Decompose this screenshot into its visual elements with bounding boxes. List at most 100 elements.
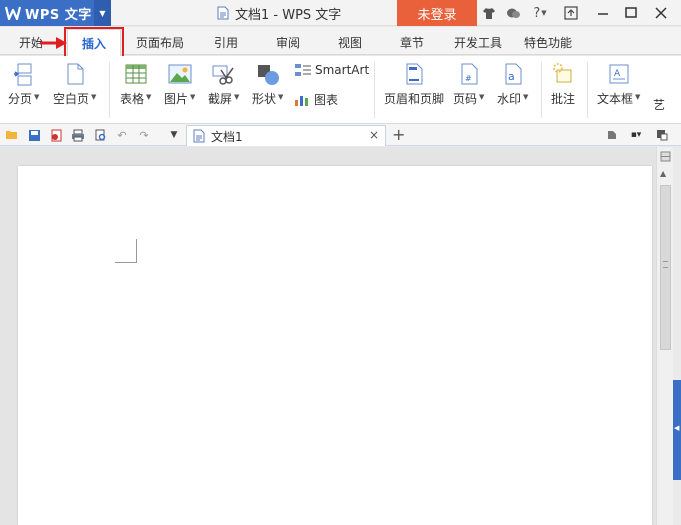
- tab-page-layout[interactable]: 页面布局: [136, 32, 184, 52]
- chevron-down-icon: ▼: [479, 92, 485, 101]
- document-icon: [193, 129, 205, 143]
- split-view-icon[interactable]: [660, 151, 671, 162]
- comment-button[interactable]: 批注: [551, 62, 575, 107]
- watermark-icon: a: [505, 63, 522, 85]
- open-folder-icon[interactable]: [4, 127, 20, 143]
- app-menu-dropdown-icon[interactable]: ▼: [94, 0, 111, 26]
- watermark-label: 水印: [497, 92, 522, 106]
- skin-icon[interactable]: [481, 4, 497, 22]
- textbox-label: 文本框: [597, 92, 634, 106]
- chart-button[interactable]: 图表: [294, 91, 338, 108]
- scroll-up-icon[interactable]: ▲: [660, 169, 666, 178]
- login-button[interactable]: 未登录: [397, 0, 477, 26]
- insert-ribbon: 分页 ▼ 空白页 ▼ 表格 ▼ 图片 ▼ 截屏 ▼ 形状 ▼ SmartArt 图表 页眉和…: [0, 56, 681, 124]
- restore-window-icon[interactable]: [654, 127, 670, 143]
- chevron-down-icon: ▼: [523, 92, 529, 101]
- picture-button[interactable]: 图片 ▼: [164, 62, 195, 107]
- vertical-scrollbar[interactable]: ▲: [656, 147, 673, 525]
- chevron-down-icon: ▼: [34, 92, 40, 101]
- svg-text:#: #: [465, 74, 472, 83]
- picture-icon: [168, 64, 192, 84]
- tab-references[interactable]: 引用: [214, 32, 238, 52]
- chevron-down-icon: ▼: [234, 92, 240, 101]
- textbox-button[interactable]: A 文本框 ▼: [597, 62, 640, 107]
- table-label: 表格: [120, 92, 145, 106]
- quick-access-dropdown-icon[interactable]: ▼: [166, 127, 182, 143]
- document-page[interactable]: [18, 166, 652, 525]
- print-icon[interactable]: [70, 127, 86, 143]
- restore-view-icon[interactable]: [557, 0, 585, 26]
- close-icon[interactable]: [647, 0, 675, 26]
- close-tab-icon[interactable]: ×: [369, 128, 379, 142]
- wps-logo-icon: [4, 4, 22, 22]
- chevron-down-icon: ▼: [190, 92, 196, 101]
- page-break-button[interactable]: 分页 ▼: [8, 62, 39, 107]
- blank-page-label: 空白页: [53, 92, 90, 106]
- feedback-icon[interactable]: [505, 4, 521, 22]
- tab-review[interactable]: 审阅: [276, 32, 300, 52]
- smartart-icon: [295, 64, 311, 76]
- undo-icon[interactable]: ↶: [114, 127, 130, 143]
- blank-page-icon: [67, 63, 84, 85]
- ribbon-divider: [109, 62, 110, 118]
- chevron-down-icon: ▼: [635, 92, 641, 101]
- table-button[interactable]: 表格 ▼: [120, 62, 151, 107]
- ribbon-divider: [374, 62, 375, 118]
- page-break-label: 分页: [8, 92, 33, 106]
- redo-icon[interactable]: ↷: [136, 127, 152, 143]
- app-menu-button[interactable]: WPS 文字 ▼: [0, 0, 111, 26]
- smartart-button[interactable]: SmartArt: [294, 63, 369, 77]
- screenshot-button[interactable]: 截屏 ▼: [208, 62, 239, 107]
- tab-view[interactable]: 视图: [338, 32, 362, 52]
- chevron-down-icon: ▼: [278, 92, 284, 101]
- annotation-highlight-box: [64, 27, 124, 59]
- ribbon-divider: [587, 62, 588, 118]
- chevron-down-icon: ▼: [146, 92, 152, 101]
- window-title: 文档1 - WPS 文字: [217, 0, 341, 26]
- chart-icon: [295, 95, 308, 106]
- document-tab[interactable]: 文档1 ×: [186, 125, 386, 146]
- header-footer-label: 页眉和页脚: [384, 92, 445, 106]
- comment-icon: [553, 63, 572, 83]
- view-mode-icon[interactable]: [604, 127, 620, 143]
- page-number-icon: #: [461, 63, 478, 85]
- collapse-arrow-icon: ◀: [674, 424, 680, 432]
- header-footer-button[interactable]: 页眉和页脚: [384, 62, 444, 107]
- table-icon: [125, 64, 147, 84]
- page-number-button[interactable]: # 页码 ▼: [453, 62, 484, 107]
- scroll-thumb[interactable]: [660, 185, 671, 350]
- save-icon[interactable]: [26, 127, 42, 143]
- quick-access-bar: ↶ ↷ ▼ 文档1 × + ▪▾: [0, 124, 681, 146]
- picture-label: 图片: [164, 92, 189, 106]
- shapes-icon: [257, 65, 279, 85]
- new-tab-icon[interactable]: +: [392, 125, 405, 144]
- margin-corner-mark: [115, 239, 137, 263]
- ribbon-divider: [541, 62, 542, 118]
- scroll-grip-icon: [663, 261, 668, 268]
- minimize-icon[interactable]: [589, 0, 617, 26]
- blank-page-button[interactable]: 空白页 ▼: [53, 62, 96, 107]
- tab-developer[interactable]: 开发工具: [454, 32, 502, 52]
- window-options-icon[interactable]: ▪▾: [628, 127, 644, 143]
- tab-special-features[interactable]: 特色功能: [524, 32, 572, 52]
- svg-text:A: A: [614, 69, 621, 79]
- page-break-icon: [13, 63, 32, 86]
- tab-section[interactable]: 章节: [400, 32, 424, 52]
- wordart-button[interactable]: 艺: [653, 92, 665, 113]
- title-bar: WPS 文字 ▼ 文档1 - WPS 文字 未登录 ? ▼: [0, 0, 681, 26]
- watermark-button[interactable]: a 水印 ▼: [497, 62, 528, 107]
- page-number-label: 页码: [453, 92, 478, 106]
- document-tab-label: 文档1: [211, 129, 243, 144]
- shapes-label: 形状: [252, 92, 277, 106]
- maximize-icon[interactable]: [617, 0, 645, 26]
- chevron-down-icon: ▼: [91, 92, 97, 101]
- wordart-label: 艺: [653, 98, 666, 112]
- export-pdf-icon[interactable]: [48, 127, 64, 143]
- shapes-button[interactable]: 形状 ▼: [252, 62, 283, 107]
- help-icon[interactable]: ? ▼: [529, 4, 551, 22]
- comment-label: 批注: [551, 92, 576, 106]
- window-title-text: 文档1 - WPS 文字: [235, 7, 342, 23]
- side-panel-toggle[interactable]: ◀: [673, 380, 681, 480]
- print-preview-icon[interactable]: [92, 127, 108, 143]
- svg-text:a: a: [508, 70, 515, 83]
